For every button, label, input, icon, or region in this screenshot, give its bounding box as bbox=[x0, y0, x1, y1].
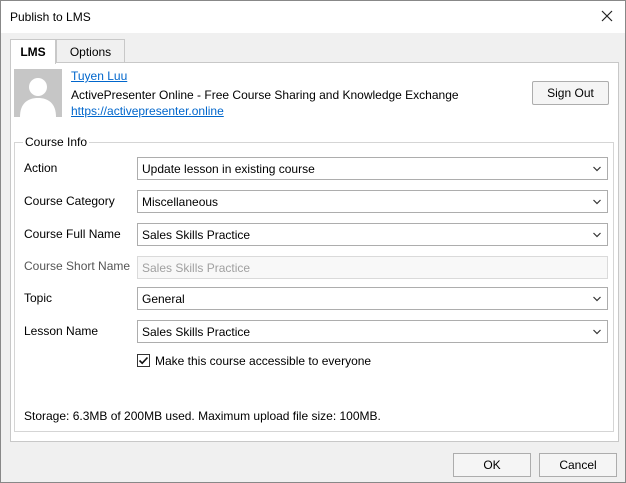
course-category-value: Miscellaneous bbox=[142, 194, 219, 209]
course-short-name-label: Course Short Name bbox=[24, 259, 131, 273]
topic-value: General bbox=[142, 291, 185, 306]
lesson-name-label: Lesson Name bbox=[24, 324, 99, 338]
course-category-label: Course Category bbox=[24, 194, 115, 208]
chevron-down-icon bbox=[593, 296, 601, 302]
chevron-down-icon bbox=[593, 329, 601, 335]
chevron-down-icon bbox=[593, 199, 601, 205]
course-full-name-label: Course Full Name bbox=[24, 227, 121, 241]
course-category-dropdown[interactable]: Miscellaneous bbox=[137, 190, 608, 213]
chevron-down-icon bbox=[593, 232, 601, 238]
action-dropdown[interactable]: Update lesson in existing course bbox=[137, 157, 608, 180]
publish-dialog: Publish to LMS LMS Options Tuyen Luu Act… bbox=[0, 0, 626, 483]
course-info-group: Course Info Action Update lesson in exis… bbox=[14, 135, 614, 432]
close-icon bbox=[601, 10, 613, 22]
accessible-checkbox[interactable] bbox=[137, 354, 150, 367]
topic-label: Topic bbox=[24, 291, 53, 305]
site-url-link[interactable]: https://activepresenter.online bbox=[71, 104, 224, 118]
ok-button[interactable]: OK bbox=[453, 453, 531, 477]
course-short-name-field: Sales Skills Practice bbox=[137, 256, 608, 279]
topic-dropdown[interactable]: General bbox=[137, 287, 608, 310]
tab-lms[interactable]: LMS bbox=[10, 39, 56, 64]
site-name: ActivePresenter Online - Free Course Sha… bbox=[71, 88, 459, 102]
lesson-name-dropdown[interactable]: Sales Skills Practice bbox=[137, 320, 608, 343]
dialog-title: Publish to LMS bbox=[10, 10, 91, 24]
title-bar: Publish to LMS bbox=[1, 1, 625, 33]
action-label: Action bbox=[24, 161, 58, 175]
cancel-button[interactable]: Cancel bbox=[539, 453, 617, 477]
course-full-name-dropdown[interactable]: Sales Skills Practice bbox=[137, 223, 608, 246]
lesson-name-value: Sales Skills Practice bbox=[142, 324, 251, 339]
checkmark-icon bbox=[138, 356, 149, 365]
course-full-name-value: Sales Skills Practice bbox=[142, 227, 251, 242]
action-value: Update lesson in existing course bbox=[142, 161, 315, 176]
tab-options[interactable]: Options bbox=[56, 39, 125, 63]
close-button[interactable] bbox=[593, 3, 621, 29]
chevron-down-icon bbox=[593, 166, 601, 172]
course-short-name-value: Sales Skills Practice bbox=[142, 260, 251, 275]
storage-info: Storage: 6.3MB of 200MB used. Maximum up… bbox=[24, 409, 381, 423]
sign-out-button[interactable]: Sign Out bbox=[532, 81, 609, 105]
lms-panel: Tuyen Luu ActivePresenter Online - Free … bbox=[10, 62, 619, 442]
accessible-checkbox-label[interactable]: Make this course accessible to everyone bbox=[155, 354, 371, 368]
user-name-link[interactable]: Tuyen Luu bbox=[71, 69, 127, 83]
user-avatar-icon bbox=[14, 69, 62, 117]
course-info-title: Course Info bbox=[23, 135, 90, 149]
